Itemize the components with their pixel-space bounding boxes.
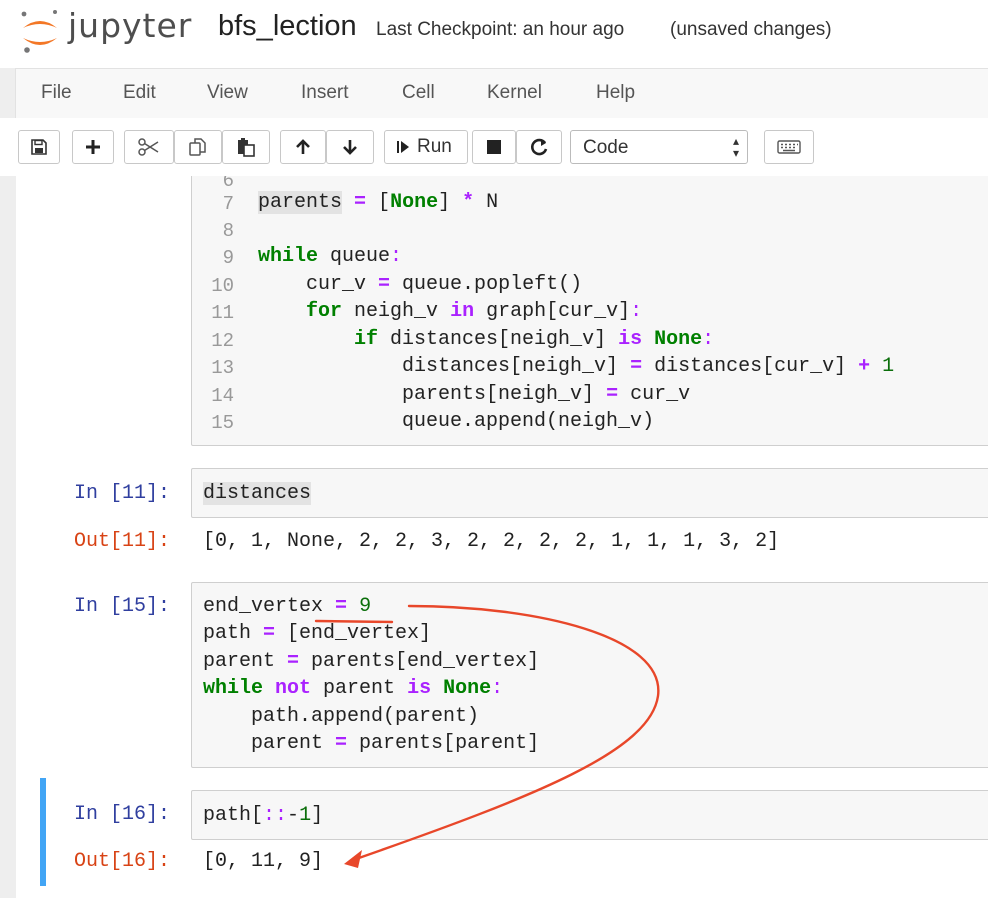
cut-button[interactable] [124, 130, 174, 164]
run-label: Run [417, 136, 452, 157]
unsaved-indicator: (unsaved changes) [670, 19, 832, 40]
menu-kernel[interactable]: Kernel [487, 82, 542, 104]
updown-arrow-icon: ▴ ▾ [732, 134, 739, 160]
annotation-underline [314, 619, 394, 624]
toolbar: Run Code ▴ ▾ [0, 118, 988, 176]
move-up-button[interactable] [280, 130, 326, 164]
restart-icon [531, 138, 548, 156]
cell-type-value: Code [583, 137, 629, 158]
menu-edit[interactable]: Edit [123, 82, 156, 104]
keyboard-icon [777, 140, 801, 154]
stop-icon [487, 140, 501, 154]
menu-insert[interactable]: Insert [301, 82, 349, 104]
annotation-arrow [354, 604, 660, 861]
menu-help[interactable]: Help [596, 82, 635, 104]
notebook-container[interactable]: 6 7 8 9 10 11 12 13 14 15 parents = [Non… [16, 176, 988, 898]
paste-icon [238, 138, 255, 157]
notebook-header: jupyter bfs_lection Last Checkpoint: an … [0, 0, 988, 68]
jupyter-logo-icon[interactable] [18, 6, 62, 56]
menu-view[interactable]: View [207, 82, 248, 104]
arrow-down-icon [343, 140, 357, 155]
annotation-arrowhead [344, 850, 362, 868]
cut-icon [138, 138, 159, 156]
command-palette-button[interactable] [764, 130, 814, 164]
paste-button[interactable] [222, 130, 270, 164]
menu-file[interactable]: File [41, 82, 72, 104]
save-icon [31, 139, 47, 155]
menu-cell[interactable]: Cell [402, 82, 435, 104]
interrupt-button[interactable] [472, 130, 516, 164]
cell-type-select[interactable]: Code ▴ ▾ [570, 130, 748, 164]
insert-cell-button[interactable] [72, 130, 114, 164]
run-button[interactable]: Run [384, 130, 468, 164]
move-down-button[interactable] [326, 130, 374, 164]
run-icon [397, 141, 409, 153]
annotation-overlay [314, 604, 660, 868]
jupyter-brand: jupyter [68, 6, 193, 45]
copy-icon [189, 138, 206, 156]
checkpoint-status: Last Checkpoint: an hour ago [376, 19, 625, 40]
arrow-up-icon [296, 139, 310, 154]
plus-icon [86, 140, 100, 154]
save-button[interactable] [18, 130, 60, 164]
restart-button[interactable] [516, 130, 562, 164]
menubar: File Edit View Insert Cell Kernel Help [15, 68, 988, 120]
copy-button[interactable] [174, 130, 222, 164]
notebook-name[interactable]: bfs_lection [218, 10, 357, 43]
